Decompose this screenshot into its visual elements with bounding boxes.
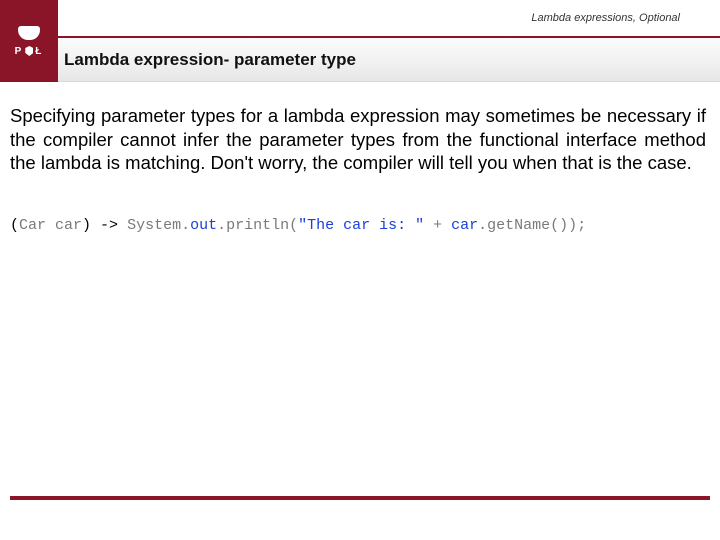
body-paragraph: Specifying parameter types for a lambda …: [10, 104, 706, 175]
code-example: (Car car) -> System.out.println("The car…: [10, 217, 706, 234]
code-token: car: [451, 217, 478, 234]
page-title: Lambda expression- parameter type: [64, 50, 356, 70]
footer-divider: [10, 496, 710, 500]
header-right: Lambda expressions, Optional Lambda expr…: [58, 0, 720, 82]
slide-content: Specifying parameter types for a lambda …: [0, 82, 720, 234]
code-token: (: [10, 217, 19, 234]
slide-header: P Ł Lambda expressions, Optional Lambda …: [0, 0, 720, 82]
logo-letter-left: P: [15, 46, 24, 57]
code-token: Car car: [19, 217, 82, 234]
institution-logo: P Ł: [0, 0, 58, 82]
breadcrumb: Lambda expressions, Optional: [58, 0, 720, 38]
code-token: out: [190, 217, 217, 234]
code-token: System.: [127, 217, 190, 234]
code-token: ->: [100, 217, 127, 234]
code-token: ): [82, 217, 100, 234]
code-token: .getName());: [478, 217, 586, 234]
logo-letters: P Ł: [15, 46, 44, 57]
breadcrumb-text: Lambda expressions, Optional: [531, 12, 680, 24]
title-bar: Lambda expression- parameter type: [58, 38, 720, 82]
code-token: .println(: [217, 217, 298, 234]
code-token: "The car is: ": [298, 217, 424, 234]
code-token: +: [424, 217, 451, 234]
shield-icon: [25, 46, 33, 56]
logo-letter-right: Ł: [35, 46, 43, 57]
logo-emblem-icon: [18, 26, 40, 40]
